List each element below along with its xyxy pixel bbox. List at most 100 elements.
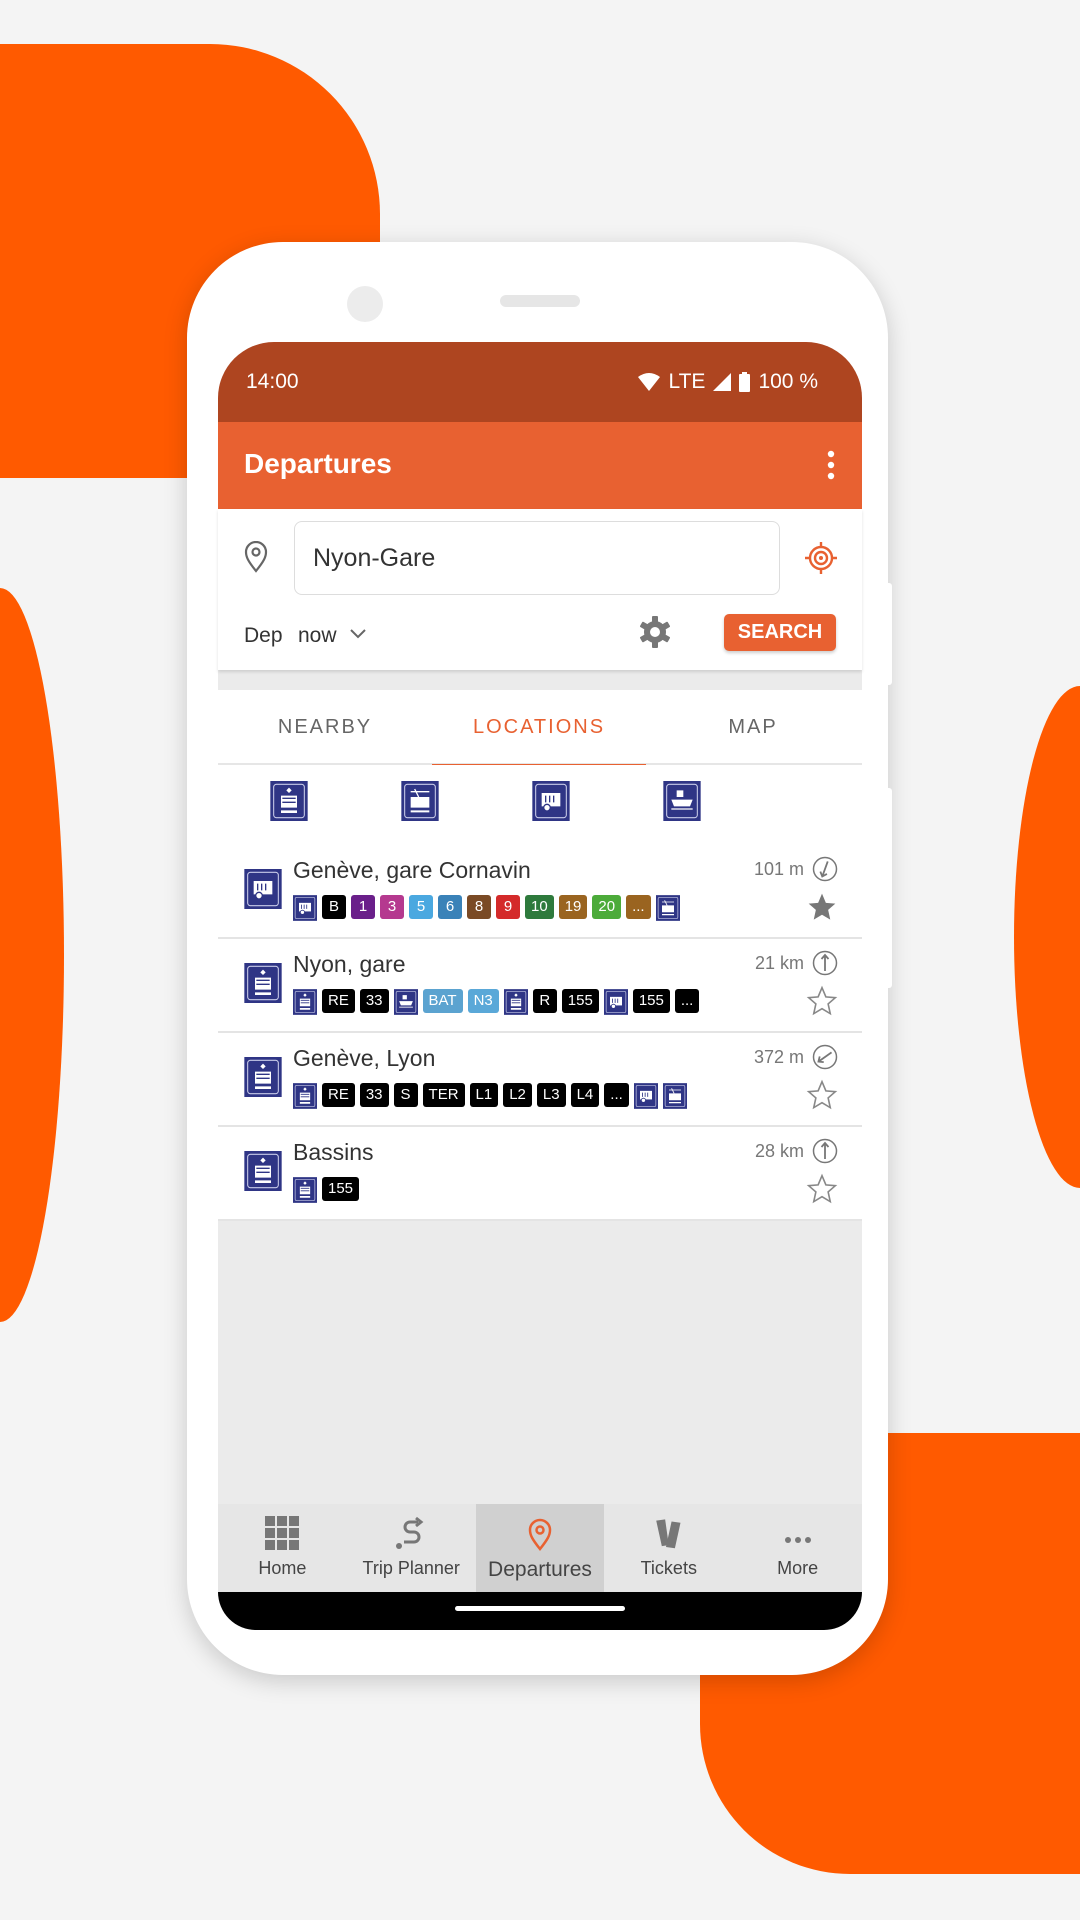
tab-bar: NEARBY LOCATIONS MAP xyxy=(218,690,862,767)
time-select[interactable]: now xyxy=(298,624,337,648)
line-badge: 20 xyxy=(592,895,622,919)
train-icon xyxy=(293,1083,317,1109)
station-type xyxy=(244,869,282,914)
tram-icon xyxy=(401,781,439,821)
star-outline-icon[interactable] xyxy=(806,1079,838,1111)
star-outline-icon[interactable] xyxy=(806,1173,838,1205)
nav-tickets[interactable]: Tickets xyxy=(604,1504,733,1592)
line-badges: B 1 3 5 6 8 9 10 19 20... xyxy=(293,895,680,921)
camera xyxy=(347,286,383,322)
bus-icon xyxy=(603,989,628,1015)
search-panel: Nyon-Gare Dep now SEARCH xyxy=(218,509,862,670)
bus-icon xyxy=(633,1083,658,1109)
power-button xyxy=(886,788,892,988)
search-button[interactable]: SEARCH xyxy=(724,614,836,651)
location-row[interactable]: Nyon, gare RE 33 BAT N3 R 155 155... 21 km xyxy=(218,939,862,1033)
filter-boat[interactable] xyxy=(663,781,701,826)
location-name: Genève, gare Cornavin xyxy=(293,857,531,883)
line-badge: 33 xyxy=(359,989,389,1013)
train-icon xyxy=(503,989,528,1015)
line-badge: B xyxy=(322,895,346,919)
line-badge: L4 xyxy=(570,1083,600,1107)
line-badge: L2 xyxy=(503,1083,532,1107)
line-badge: R xyxy=(532,989,557,1013)
signal-icon xyxy=(713,373,732,391)
distance: 101 m xyxy=(753,859,804,879)
filter-train[interactable] xyxy=(270,781,308,826)
distance: 21 km xyxy=(754,953,804,973)
train-icon xyxy=(244,1151,282,1191)
distance: 372 m xyxy=(753,1047,804,1067)
bus-icon xyxy=(244,869,282,909)
background-shape xyxy=(1014,686,1080,1188)
line-badge: S xyxy=(393,1083,418,1107)
bottom-navigation: Home Trip Planner Departures Tickets More xyxy=(218,1504,862,1592)
filter-tram[interactable] xyxy=(401,781,439,826)
location-row[interactable]: Genève, gare Cornavin B 1 3 5 6 8 9 10 19 20... 101… xyxy=(218,845,862,939)
volume-button xyxy=(886,583,892,685)
wifi-icon xyxy=(638,373,661,391)
chevron-down-icon[interactable] xyxy=(348,623,368,643)
line-badge: BAT xyxy=(422,989,463,1013)
battery-level: 100 % xyxy=(758,370,818,393)
line-badges: RE 33 BAT N3 R 155 155... xyxy=(293,989,700,1015)
line-badge: 9 xyxy=(496,895,520,919)
screen: 14:00 LTE 100 % Departures Nyon-Gare Dep… xyxy=(218,342,862,1630)
direction-arrow-icon xyxy=(812,1044,838,1070)
location-row[interactable]: Genève, Lyon RE 33 S TER L1 L2 L3 L4... 372 m xyxy=(218,1033,862,1127)
nav-home[interactable]: Home xyxy=(218,1504,347,1592)
tickets-icon xyxy=(656,1519,681,1549)
route-icon xyxy=(396,1516,424,1549)
nav-trip-planner[interactable]: Trip Planner xyxy=(347,1504,476,1592)
nav-label: More xyxy=(777,1558,819,1578)
nav-more[interactable]: More xyxy=(733,1504,862,1592)
station-type xyxy=(244,963,282,1008)
line-badge: 5 xyxy=(409,895,433,919)
line-badge: 3 xyxy=(380,895,404,919)
filter-bus[interactable] xyxy=(532,781,570,826)
direction-arrow-icon xyxy=(812,950,838,976)
overflow-menu-icon[interactable] xyxy=(826,450,836,480)
direction-arrow-icon xyxy=(812,856,838,882)
line-badge: N3 xyxy=(467,989,499,1013)
page-title: Departures xyxy=(244,448,392,479)
line-badge: 6 xyxy=(438,895,462,919)
line-badge: RE xyxy=(322,989,355,1013)
speaker xyxy=(500,295,580,307)
nav-label: Departures xyxy=(488,1558,592,1581)
line-badge: L3 xyxy=(536,1083,566,1107)
train-icon xyxy=(244,1057,282,1097)
gear-icon[interactable] xyxy=(638,615,672,649)
nav-departures[interactable]: Departures xyxy=(475,1504,605,1592)
location-name: Nyon, gare xyxy=(293,951,406,977)
location-pin-icon xyxy=(244,541,268,573)
tab-nearby[interactable]: NEARBY xyxy=(218,690,432,765)
status-bar: 14:00 LTE 100 % xyxy=(218,342,862,422)
app-bar: Departures xyxy=(218,422,862,509)
star-outline-icon[interactable] xyxy=(806,985,838,1017)
grid-icon xyxy=(265,1516,300,1550)
location-name: Bassins xyxy=(293,1139,374,1165)
gps-target-icon[interactable] xyxy=(804,541,838,575)
home-indicator[interactable] xyxy=(455,1606,625,1611)
gesture-bar xyxy=(218,1592,862,1630)
tram-icon xyxy=(655,895,680,921)
line-badge: 10 xyxy=(525,895,554,919)
line-badge: 155 xyxy=(322,1177,360,1201)
transport-filter-row xyxy=(218,765,862,845)
tab-map[interactable]: MAP xyxy=(646,690,860,765)
dep-arr-label[interactable]: Dep xyxy=(244,624,283,648)
location-row[interactable]: Bassins 155 28 km xyxy=(218,1127,862,1221)
location-list: Genève, gare Cornavin B 1 3 5 6 8 9 10 19 20... 101… xyxy=(218,845,862,1221)
tab-locations[interactable]: LOCATIONS xyxy=(432,690,646,767)
station-type xyxy=(244,1057,282,1102)
train-icon xyxy=(244,963,282,1003)
line-badges: RE 33 S TER L1 L2 L3 L4... xyxy=(293,1083,687,1109)
boat-icon xyxy=(393,989,418,1015)
line-badge: 155 xyxy=(632,989,670,1013)
line-badge: 33 xyxy=(359,1083,389,1107)
star-filled-icon[interactable] xyxy=(806,891,838,923)
location-input[interactable]: Nyon-Gare xyxy=(294,521,780,595)
line-badge: L1 xyxy=(469,1083,499,1107)
battery-icon xyxy=(739,372,751,392)
